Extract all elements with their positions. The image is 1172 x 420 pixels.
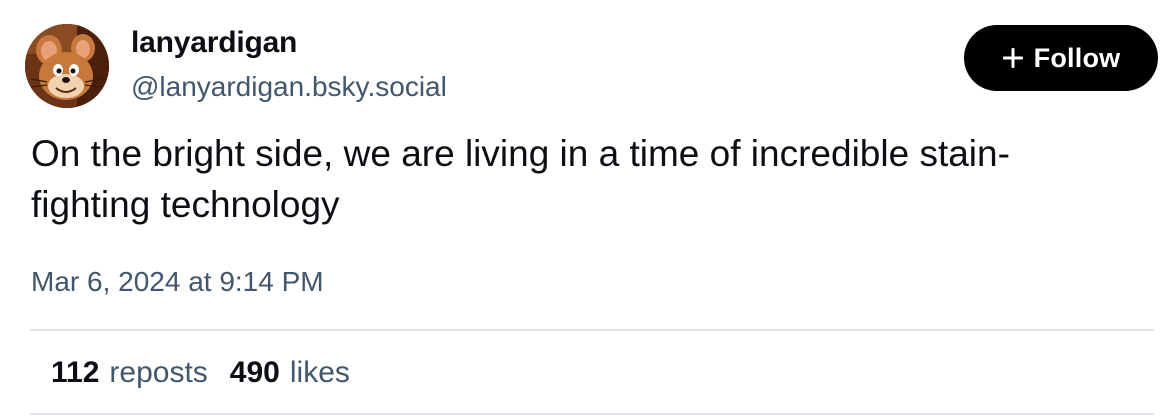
post-stats: 112 reposts 490 likes <box>51 356 350 390</box>
author-handle[interactable]: @lanyardigan.bsky.social <box>131 71 447 103</box>
post-card: lanyardigan @lanyardigan.bsky.social Fol… <box>0 0 1172 420</box>
post-timestamp[interactable]: Mar 6, 2024 at 9:14 PM <box>31 266 324 298</box>
avatar[interactable] <box>25 24 109 108</box>
reposts-label: reposts <box>109 356 208 389</box>
likes-label: likes <box>289 356 350 389</box>
divider <box>30 413 1154 415</box>
follow-button-label: Follow <box>1033 42 1121 73</box>
post-text: On the bright side, we are living in a t… <box>31 128 1141 230</box>
cartoon-mouse-avatar-icon <box>25 24 109 108</box>
likes-count: 490 <box>229 356 280 389</box>
reposts-count: 112 <box>51 356 100 389</box>
post-text-line: fighting technology <box>31 184 340 225</box>
divider <box>30 329 1154 331</box>
likes-stat[interactable]: 490 likes <box>230 356 350 390</box>
post-text-line: On the bright side, we are living in a t… <box>31 133 1010 174</box>
follow-button[interactable]: Follow <box>964 25 1158 91</box>
plus-icon <box>1002 48 1023 68</box>
reposts-stat[interactable]: 112 reposts <box>51 356 208 390</box>
author-display-name[interactable]: lanyardigan <box>131 26 297 60</box>
